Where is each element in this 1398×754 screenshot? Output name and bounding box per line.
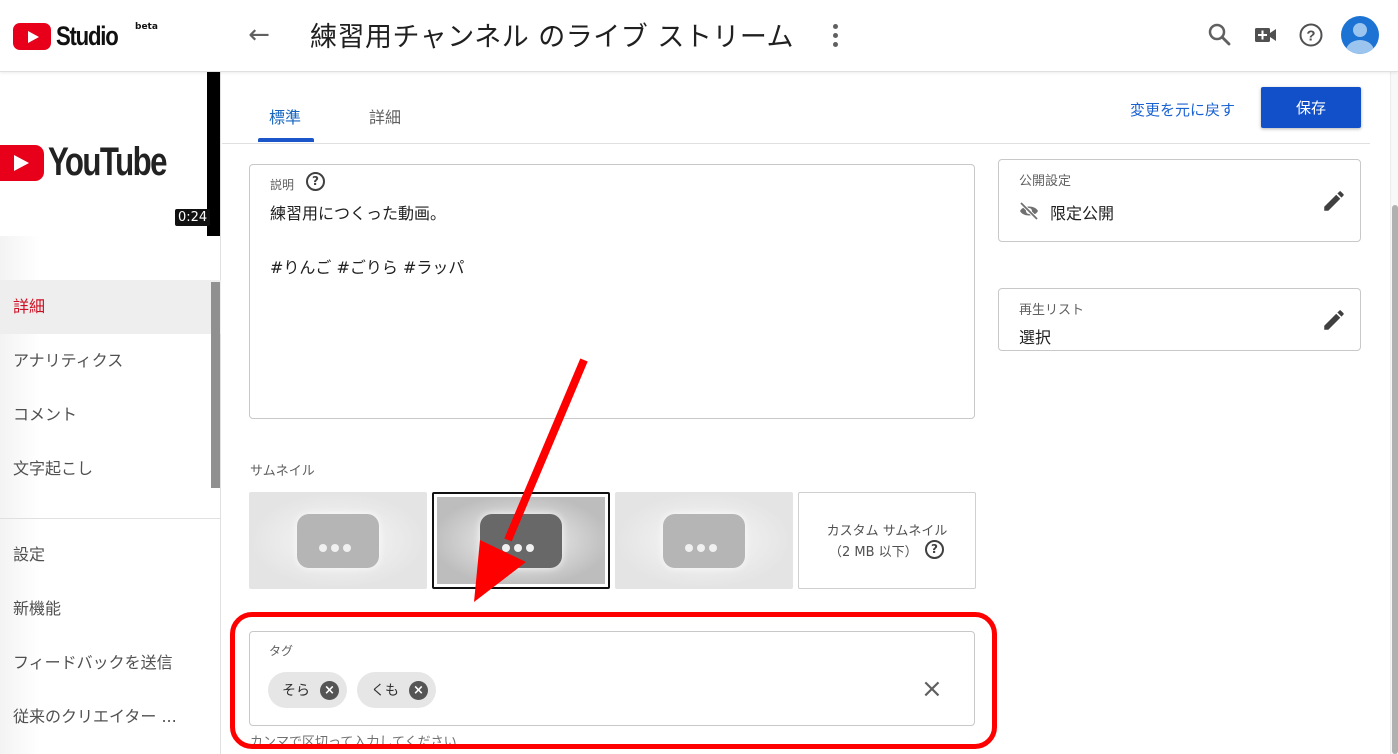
tags-hint: カンマで区切って入力してください: [250, 735, 457, 750]
thumbnail-option-1[interactable]: [249, 492, 427, 589]
tag-chip-label: そら: [282, 683, 310, 699]
sidebar-item-transcription[interactable]: 文字起こし: [0, 442, 221, 496]
help-icon[interactable]: ?: [1296, 20, 1326, 50]
tag-chip: くも ×: [357, 672, 436, 708]
clear-tags-icon[interactable]: ×: [921, 676, 943, 702]
sidebar-item-details[interactable]: 詳細: [0, 280, 221, 334]
visibility-value: 限定公開: [1050, 204, 1115, 223]
custom-thumbnail-upload[interactable]: カスタム サムネイル （2 MB 以下） ?: [798, 492, 976, 589]
playlist-label: 再生リスト: [1019, 303, 1085, 318]
thumbnail-placeholder-icon: [297, 513, 379, 568]
studio-logo[interactable]: Studio beta: [13, 20, 158, 52]
edit-pencil-icon[interactable]: [1321, 307, 1347, 333]
youtube-logo: YouTube: [0, 140, 199, 185]
tab-basic[interactable]: 標準: [269, 104, 301, 128]
active-tab-indicator: [258, 138, 314, 142]
video-preview[interactable]: YouTube 0:24: [0, 72, 220, 236]
page-title: 練習用チャンネル のライブ ストリーム: [310, 22, 795, 53]
beta-badge: beta: [135, 22, 158, 32]
thumbnail-label: サムネイル: [250, 464, 315, 479]
account-avatar[interactable]: [1341, 16, 1379, 54]
sidebar-bottom-nav: 設定 新機能 フィードバックを送信 従来のクリエイター ...: [0, 528, 221, 744]
undo-changes-button[interactable]: 変更を元に戻す: [1130, 99, 1235, 120]
main-scrollbar[interactable]: [1392, 205, 1398, 754]
tags-label: タグ: [269, 644, 294, 658]
sidebar-item-analytics[interactable]: アナリティクス: [0, 334, 221, 388]
more-options-icon[interactable]: [826, 22, 844, 50]
sidebar: YouTube 0:24 詳細 アナリティクス コメント 文字起こし 設定 新機…: [0, 72, 221, 754]
remove-tag-icon[interactable]: ×: [320, 680, 339, 700]
tag-chip: そら ×: [268, 672, 347, 708]
search-icon[interactable]: [1205, 20, 1235, 50]
tags-field[interactable]: タグ そら × くも × ×: [249, 631, 975, 726]
help-icon[interactable]: ?: [306, 172, 325, 191]
sidebar-item-send-feedback[interactable]: フィードバックを送信: [0, 636, 221, 690]
eye-off-icon: [1019, 201, 1039, 221]
remove-tag-icon[interactable]: ×: [409, 680, 428, 700]
studio-logo-text: Studio: [56, 21, 119, 51]
top-header: Studio beta ← 練習用チャンネル のライブ ストリーム ?: [0, 0, 1398, 72]
visibility-field[interactable]: 公開設定 限定公開: [998, 159, 1361, 242]
sidebar-item-comments[interactable]: コメント: [0, 388, 221, 442]
help-icon[interactable]: ?: [925, 540, 944, 559]
tag-chip-label: くも: [371, 683, 399, 699]
custom-thumbnail-size: （2 MB 以下）: [829, 545, 918, 560]
sidebar-scrollbar[interactable]: [211, 282, 220, 488]
thumbnail-placeholder-icon: [663, 513, 745, 568]
youtube-play-icon: [0, 144, 44, 181]
sidebar-nav: 詳細 アナリティクス コメント 文字起こし: [0, 280, 221, 496]
tabs-bar: 標準 詳細 変更を元に戻す 保存: [222, 72, 1370, 144]
playlist-field[interactable]: 再生リスト 選択: [998, 288, 1361, 351]
back-arrow-icon[interactable]: ←: [244, 20, 274, 50]
svg-text:?: ?: [1306, 28, 1315, 45]
youtube-play-icon: [13, 23, 51, 50]
video-duration: 0:24: [175, 209, 211, 226]
description-label: 説明: [270, 178, 295, 192]
sidebar-divider: [0, 518, 221, 519]
save-button[interactable]: 保存: [1261, 87, 1361, 128]
thumbnail-placeholder-icon: [480, 513, 562, 568]
custom-thumbnail-title: カスタム サムネイル: [826, 524, 948, 539]
youtube-logo-text: YouTube: [48, 140, 167, 184]
sidebar-item-settings[interactable]: 設定: [0, 528, 221, 582]
visibility-label: 公開設定: [1019, 174, 1072, 189]
sidebar-item-classic-studio[interactable]: 従来のクリエイター ...: [0, 690, 221, 744]
description-input[interactable]: 練習用につくった動画。 #りんご #ごりら #ラッパ: [270, 200, 960, 281]
tab-advanced[interactable]: 詳細: [369, 104, 401, 128]
sidebar-item-whats-new[interactable]: 新機能: [0, 582, 221, 636]
thumbnail-option-3[interactable]: [615, 492, 793, 589]
description-field[interactable]: 説明 ? 練習用につくった動画。 #りんご #ごりら #ラッパ: [249, 164, 975, 419]
playlist-value: 選択: [1019, 328, 1052, 347]
edit-pencil-icon[interactable]: [1321, 188, 1347, 214]
thumbnail-option-2-selected[interactable]: [432, 492, 610, 589]
create-video-icon[interactable]: [1251, 20, 1281, 50]
